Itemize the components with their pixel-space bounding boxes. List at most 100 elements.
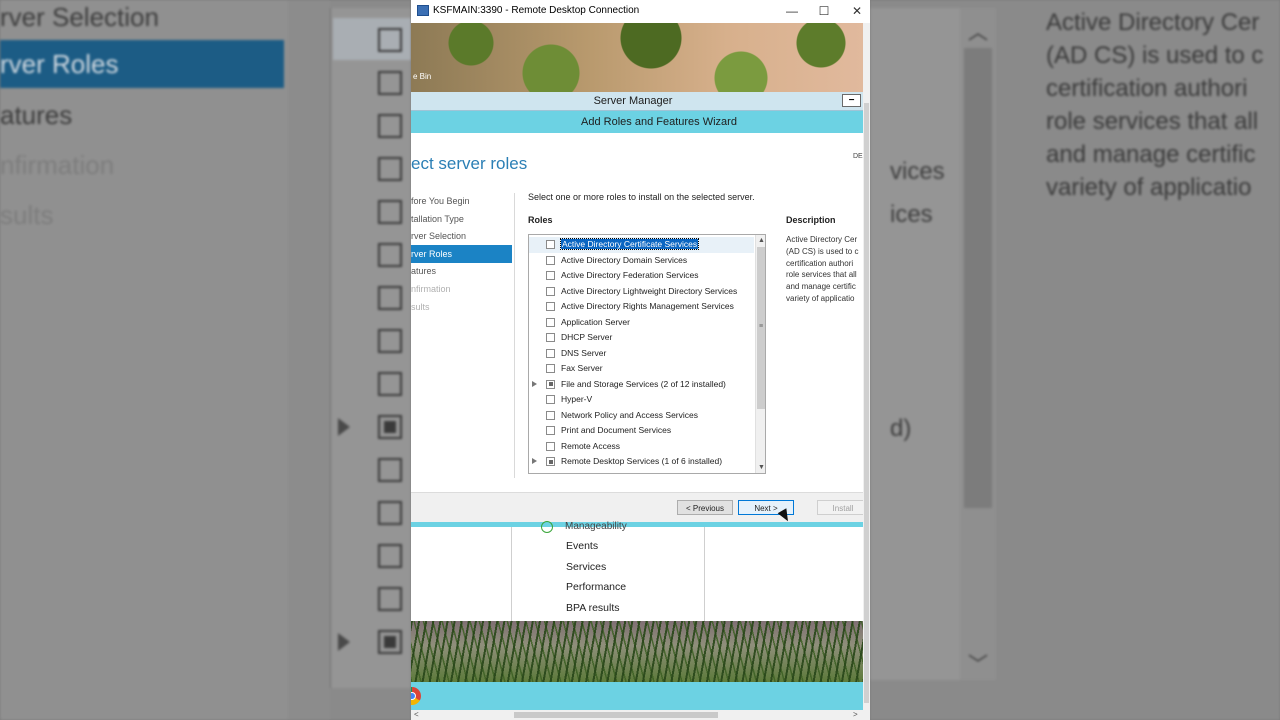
role-item[interactable]: File and Storage Services (2 of 12 insta… bbox=[529, 377, 754, 393]
description-line: and manage certific bbox=[786, 282, 856, 292]
chevron-down-icon[interactable]: ▼ bbox=[756, 462, 765, 473]
maximize-button[interactable]: ☐ bbox=[812, 3, 836, 19]
roles-scroll-thumb[interactable]: ≡ bbox=[757, 247, 765, 409]
role-item[interactable]: DHCP Server bbox=[529, 330, 754, 346]
chevron-up-icon[interactable]: ▲ bbox=[756, 235, 765, 246]
role-item[interactable]: Active Directory Rights Management Servi… bbox=[529, 299, 754, 315]
background-checkbox bbox=[378, 243, 402, 267]
role-label: Remote Access bbox=[561, 440, 621, 451]
role-item[interactable]: Active Directory Lightweight Directory S… bbox=[529, 284, 754, 300]
role-checkbox[interactable] bbox=[546, 286, 555, 296]
background-expand-icon bbox=[338, 633, 350, 651]
server-manager-minimize-button[interactable]: − bbox=[842, 94, 861, 107]
dashboard-link-manageability[interactable]: Manageability bbox=[565, 521, 627, 532]
background-nav-panel: rver Selection rver Roles atures nfirmat… bbox=[0, 0, 288, 720]
minimize-button[interactable]: — bbox=[780, 3, 804, 19]
role-checkbox[interactable] bbox=[546, 271, 555, 280]
dashboard-link-performance[interactable]: Performance bbox=[566, 581, 626, 593]
dashboard-link-events[interactable]: Events bbox=[566, 540, 598, 552]
desktop-wallpaper bbox=[411, 621, 863, 682]
wizard-step-before-you-begin[interactable]: fore You Begin bbox=[411, 196, 470, 206]
role-label: File and Storage Services (2 of 12 insta… bbox=[561, 378, 726, 389]
background-checkbox bbox=[378, 114, 402, 138]
roles-label: Roles bbox=[528, 215, 553, 225]
background-checkbox bbox=[378, 286, 402, 310]
background-description-line: variety of applicatio bbox=[1046, 174, 1252, 201]
recycle-bin-label[interactable]: e Bin bbox=[413, 72, 431, 81]
role-item[interactable]: Active Directory Domain Services bbox=[529, 253, 754, 269]
install-button[interactable]: Install bbox=[817, 500, 869, 515]
role-item[interactable]: Network Policy and Access Services bbox=[529, 408, 754, 424]
remote-desktop-icon bbox=[417, 5, 429, 16]
description-line: Active Directory Cer bbox=[786, 235, 858, 244]
description-line: variety of applicatio bbox=[786, 293, 855, 303]
wizard-titlebar: Add Roles and Features Wizard bbox=[411, 111, 863, 133]
role-label: Active Directory Domain Services bbox=[561, 254, 688, 265]
wizard-step-installation-type[interactable]: tallation Type bbox=[411, 214, 464, 224]
description-label: Description bbox=[786, 215, 836, 225]
role-item[interactable]: Active Directory Certificate Services bbox=[529, 237, 754, 253]
description-line: role services that all bbox=[786, 270, 857, 280]
close-button[interactable]: ✕ bbox=[845, 3, 869, 19]
role-checkbox[interactable] bbox=[546, 457, 555, 466]
server-manager-title: Server Manager bbox=[593, 95, 673, 107]
previous-button[interactable]: < Previous bbox=[677, 500, 733, 515]
role-item[interactable]: DNS Server bbox=[529, 346, 754, 362]
chevron-down-icon: ﹀ bbox=[968, 654, 988, 676]
role-checkbox[interactable] bbox=[546, 426, 555, 435]
background-description-line: role services that all bbox=[1046, 108, 1259, 135]
background-description-line: (AD CS) is used to c bbox=[1046, 42, 1264, 69]
role-checkbox[interactable] bbox=[546, 240, 555, 249]
background-nav-item: rver Selection bbox=[0, 2, 159, 32]
role-item[interactable]: Fax Server bbox=[529, 361, 754, 377]
expand-arrow-icon[interactable] bbox=[532, 380, 537, 387]
role-checkbox[interactable] bbox=[546, 410, 555, 420]
server-manager-titlebar: Server Manager − bbox=[411, 92, 863, 111]
role-label: Application Server bbox=[561, 316, 630, 327]
background-right-panel: vices ices d) ︿ ﹀ Active Directory Cer (… bbox=[870, 0, 1280, 720]
chrome-icon[interactable] bbox=[411, 687, 421, 705]
role-checkbox[interactable] bbox=[546, 333, 555, 342]
background-description-line: and manage certific bbox=[1046, 141, 1256, 168]
role-checkbox[interactable] bbox=[546, 364, 555, 373]
role-item[interactable]: Print and Document Services bbox=[529, 423, 754, 439]
role-item[interactable]: Hyper-V bbox=[529, 392, 754, 408]
wizard-step-features[interactable]: atures bbox=[411, 266, 436, 276]
role-checkbox[interactable] bbox=[546, 379, 555, 389]
role-label: Remote Desktop Services (1 of 6 installe… bbox=[561, 456, 723, 466]
background-checkbox bbox=[378, 501, 402, 525]
role-item[interactable]: Active Directory Federation Services bbox=[529, 268, 754, 284]
dashboard-link-services[interactable]: Services bbox=[566, 561, 606, 573]
rdp-horizontal-scroll-thumb[interactable] bbox=[514, 712, 718, 718]
role-checkbox[interactable] bbox=[546, 441, 555, 451]
background-description-line: certification authori bbox=[1046, 75, 1248, 102]
background-list-fragment: vices bbox=[890, 158, 945, 185]
role-checkbox[interactable] bbox=[546, 302, 555, 311]
destination-server-label: DE bbox=[853, 153, 863, 160]
role-item[interactable]: Remote Desktop Services (1 of 6 installe… bbox=[529, 454, 754, 470]
wizard-step-server-selection[interactable]: rver Selection bbox=[411, 231, 466, 241]
rdp-vertical-scroll-thumb[interactable] bbox=[864, 103, 869, 703]
expand-arrow-icon[interactable] bbox=[532, 458, 537, 464]
role-label: DNS Server bbox=[561, 347, 607, 358]
role-checkbox[interactable] bbox=[546, 255, 555, 265]
role-checkbox[interactable] bbox=[546, 348, 555, 358]
role-item[interactable]: Application Server bbox=[529, 315, 754, 331]
role-checkbox[interactable] bbox=[546, 395, 555, 404]
dashboard-link-bpa-results[interactable]: BPA results bbox=[566, 602, 620, 614]
role-label: Fax Server bbox=[561, 363, 603, 373]
wizard-step-server-roles[interactable]: rver Roles bbox=[411, 245, 512, 263]
chevron-right-icon[interactable]: > bbox=[853, 710, 858, 720]
role-checkbox[interactable] bbox=[546, 317, 555, 327]
rdp-vertical-scrollbar[interactable] bbox=[863, 23, 870, 720]
roles-list-scrollbar[interactable]: ▲ ≡ ▼ bbox=[755, 235, 765, 473]
taskbar bbox=[411, 682, 863, 710]
wizard-button-bar: < Previous Next > Install bbox=[411, 492, 869, 524]
chevron-left-icon[interactable]: < bbox=[414, 710, 419, 720]
role-item[interactable]: Remote Access bbox=[529, 439, 754, 455]
wizard-step-results: sults bbox=[411, 302, 430, 312]
rdp-horizontal-scrollbar[interactable]: < > bbox=[411, 710, 863, 720]
description-line: certification authori bbox=[786, 258, 854, 268]
roles-list[interactable]: Remote Desktop Services (1 of 6 installe… bbox=[528, 234, 766, 474]
role-label: Active Directory Certificate Services bbox=[559, 238, 700, 250]
